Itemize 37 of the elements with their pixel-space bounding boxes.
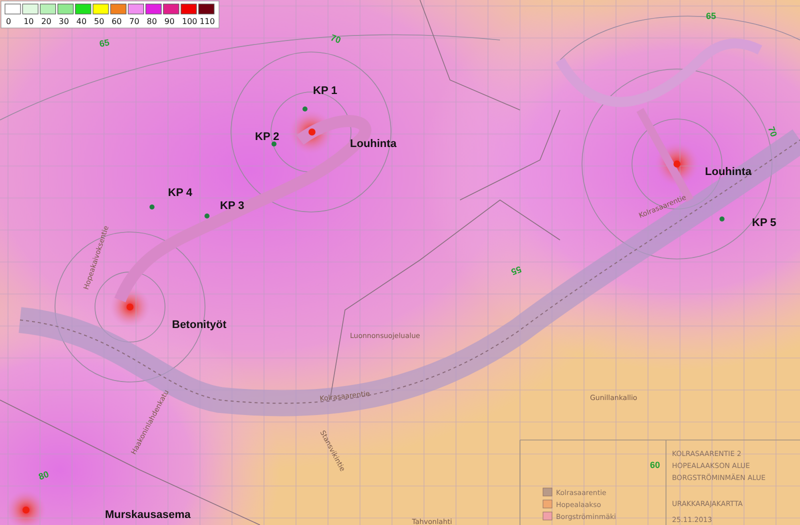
source-dot-icon xyxy=(22,506,30,514)
contour-value-label: 80 xyxy=(37,469,50,482)
point-dot-icon xyxy=(204,214,210,218)
point-dot-icon xyxy=(150,204,154,210)
legend-value: 100 xyxy=(182,17,198,26)
legend-value: 60 xyxy=(112,17,122,26)
noise-source-label: Murskausasema xyxy=(105,509,191,521)
legend-value: 90 xyxy=(164,17,175,26)
contour-value-label: 55 xyxy=(510,264,523,277)
point-dot-icon xyxy=(272,142,276,146)
contour-value-label: 60 xyxy=(650,460,660,470)
legend-value: 20 xyxy=(41,17,52,26)
measurement-point-label: KP 3 xyxy=(220,200,244,212)
legend-value: 10 xyxy=(24,17,34,26)
point-dot-icon xyxy=(720,216,724,222)
noise-source-label: Betonityöt xyxy=(172,319,226,331)
noise-source-label: Louhinta xyxy=(350,138,396,150)
legend-value: 70 xyxy=(129,17,140,26)
legend-value: 0 xyxy=(6,17,12,26)
measurement-point-label: KP 1 xyxy=(313,85,338,97)
contour-value-label: 70 xyxy=(766,125,779,138)
legend-value: 30 xyxy=(58,17,69,26)
legend-value: 40 xyxy=(76,17,87,26)
contour-value-label: 70 xyxy=(329,32,342,46)
contour-value-label: 65 xyxy=(98,37,110,49)
legend-value: 80 xyxy=(146,17,157,26)
legend-value: 110 xyxy=(200,17,215,26)
noise-source-label: Louhinta xyxy=(705,166,752,178)
measurement-point-label: KP 2 xyxy=(255,131,280,143)
measurement-point-label: KP 5 xyxy=(752,217,776,229)
source-dot-icon xyxy=(674,160,680,168)
contour-value-label: 65 xyxy=(706,11,716,21)
source-dot-icon xyxy=(308,128,316,136)
point-dot-icon xyxy=(302,106,308,112)
measurement-point-label: KP 4 xyxy=(168,187,192,199)
source-dot-icon xyxy=(126,304,134,310)
legend-value: 50 xyxy=(94,17,104,26)
